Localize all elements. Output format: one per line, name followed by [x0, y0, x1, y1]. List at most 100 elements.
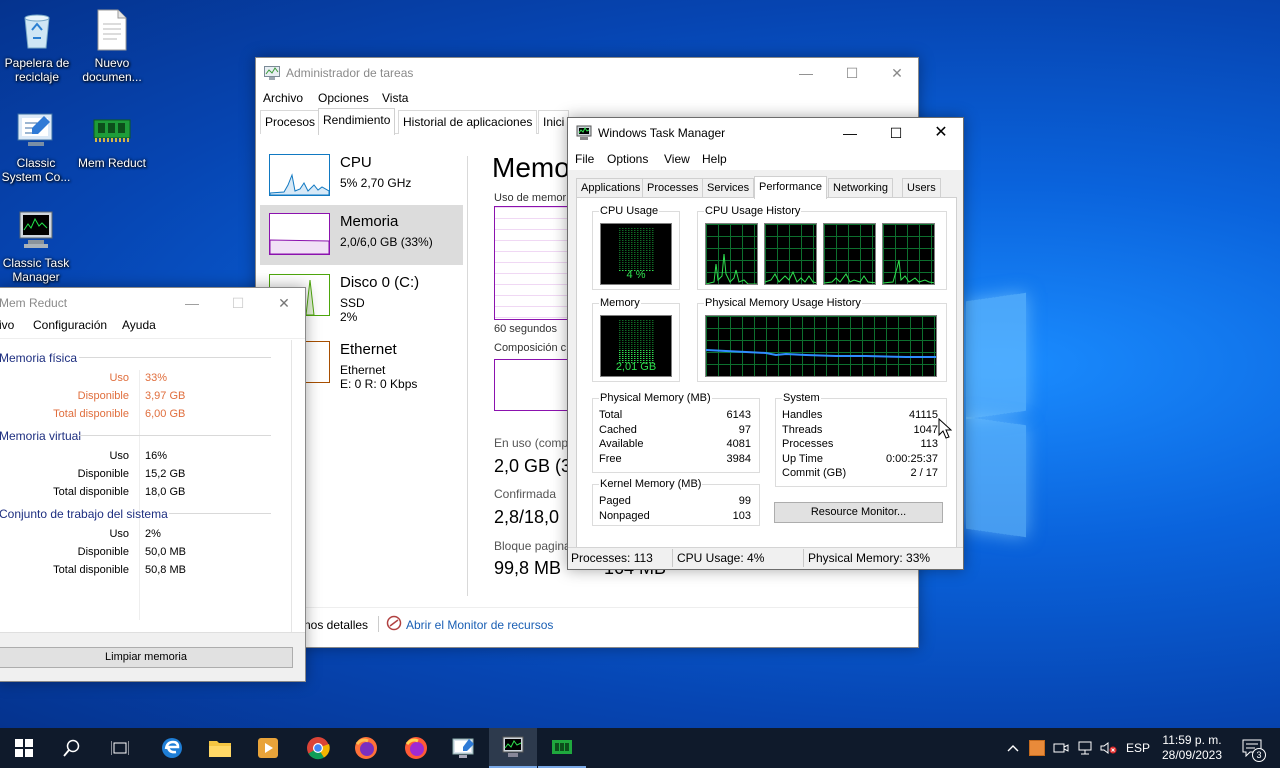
meter-segment: [619, 326, 655, 327]
tray-overflow-button[interactable]: [1002, 728, 1024, 768]
tray-mem-reduct[interactable]: [1026, 728, 1048, 768]
group-label: System: [782, 392, 821, 404]
menu-vista[interactable]: Vista: [382, 91, 408, 105]
tab-procesos[interactable]: Procesos: [260, 110, 321, 134]
desktop-icon-recycle-bin[interactable]: Papelera de reciclaje: [0, 8, 75, 84]
start-icon: [15, 739, 33, 757]
firefox-dev-icon: [405, 737, 427, 759]
minimize-button[interactable]: —: [169, 288, 215, 318]
menu-ayuda[interactable]: Ayuda: [122, 318, 156, 332]
row-value: 16%: [145, 450, 168, 462]
fewer-details-link[interactable]: nos detalles: [304, 618, 368, 632]
menu-archivo[interactable]: Archivo: [263, 91, 303, 105]
tray-meet-now[interactable]: [1050, 728, 1072, 768]
tray-notifications[interactable]: 3: [1232, 728, 1272, 768]
maximize-button[interactable]: ☐: [829, 58, 875, 88]
tray-network[interactable]: [1074, 728, 1096, 768]
close-button[interactable]: ✕: [918, 118, 963, 148]
task-manager-app-icon: [576, 125, 592, 141]
tab-historial[interactable]: Historial de aplicaciones: [398, 110, 538, 134]
row-threads: Threads 1047: [782, 424, 938, 438]
taskbar-firefox-dev[interactable]: [392, 728, 440, 768]
row-key: Total disponible: [53, 486, 129, 498]
row-free: Free 3984: [599, 453, 751, 467]
close-button[interactable]: ✕: [261, 288, 305, 318]
perf-item-cpu[interactable]: CPU 5% 2,70 GHz: [260, 146, 463, 206]
desktop-icon-mem-reduct[interactable]: Mem Reduct: [74, 108, 150, 170]
menu-file[interactable]: File: [575, 152, 594, 166]
tray-volume[interactable]: [1098, 728, 1120, 768]
taskbar-edge[interactable]: [148, 728, 196, 768]
menu-opciones[interactable]: Opciones: [318, 91, 369, 105]
system-config-icon: [452, 738, 474, 758]
clock-time: 11:59 p. m.: [1162, 733, 1222, 747]
menu-options[interactable]: Options: [607, 152, 648, 166]
perf-item-title: Memoria: [340, 213, 399, 230]
en-uso-label: En uso (comp: [494, 436, 569, 450]
tray-clock[interactable]: 11:59 p. m. 28/09/2023: [1156, 728, 1228, 768]
menu-view[interactable]: View: [664, 152, 690, 166]
title-bar[interactable]: Windows Task Manager — ☐ ✕: [568, 118, 963, 148]
maximize-button[interactable]: ☐: [215, 288, 261, 318]
group-label: Kernel Memory (MB): [599, 478, 703, 490]
menu-help[interactable]: Help: [702, 152, 727, 166]
desktop-icon-system-config[interactable]: Classic System Co...: [0, 108, 74, 184]
desktop-icon-classic-task-manager[interactable]: Classic Task Manager: [0, 208, 74, 284]
search-button[interactable]: [48, 728, 96, 768]
memory-thumbnail-graph: [269, 213, 330, 255]
row-uso: Uso 33%: [0, 370, 289, 388]
open-resource-monitor-link[interactable]: Abrir el Monitor de recursos: [406, 618, 553, 632]
limpiar-memoria-button[interactable]: Limpiar memoria: [0, 647, 293, 668]
volume-muted-icon: [1100, 742, 1117, 754]
meter-segment: [619, 352, 655, 353]
tab-networking[interactable]: Networking: [828, 178, 894, 198]
title-bar[interactable]: Administrador de tareas — ☐ ✕: [256, 58, 918, 88]
row-value: 15,2 GB: [145, 468, 186, 480]
menu-configuracion[interactable]: Configuración: [33, 318, 107, 332]
taskbar-classic-task-manager[interactable]: [489, 728, 537, 768]
resource-monitor-button[interactable]: Resource Monitor...: [774, 502, 943, 523]
row-value: 97: [738, 424, 751, 436]
tab-performance[interactable]: Performance: [754, 176, 827, 199]
minimize-button[interactable]: —: [827, 118, 873, 148]
tab-rendimiento[interactable]: Rendimiento: [318, 108, 396, 135]
row-key: Uso: [109, 450, 129, 462]
windows-task-manager-window: Windows Task Manager — ☐ ✕ File Options …: [567, 117, 964, 570]
group-label: CPU Usage History: [704, 205, 802, 217]
perf-item-title: Disco 0 (C:): [340, 274, 420, 291]
taskbar-media-player[interactable]: [244, 728, 292, 768]
minimize-button[interactable]: —: [783, 58, 829, 88]
row-total: Total 6143: [599, 409, 751, 423]
memory-usage-graph: [494, 206, 574, 320]
meter-segment: [619, 254, 655, 255]
task-view-button[interactable]: [96, 728, 144, 768]
row-key: Threads: [782, 424, 823, 436]
tray-language[interactable]: ESP: [1122, 728, 1154, 768]
taskbar-mem-reduct[interactable]: [538, 728, 586, 768]
tab-users[interactable]: Users: [902, 178, 941, 198]
desktop-icon-document[interactable]: Nuevo documen...: [74, 8, 150, 84]
group-label: Physical Memory Usage History: [704, 297, 862, 309]
tab-inicio[interactable]: Inici: [538, 110, 570, 134]
tab-services[interactable]: Services: [702, 178, 755, 198]
perf-item-detail: 5% 2,70 GHz: [340, 176, 412, 190]
taskbar-system-config[interactable]: [440, 728, 488, 768]
row-disponible: Disponible 15,2 GB: [0, 466, 289, 484]
maximize-button[interactable]: ☐: [873, 118, 919, 148]
memory-history-graph: [705, 315, 937, 377]
perf-item-memoria[interactable]: Memoria 2,0/6,0 GB (33%): [260, 205, 463, 265]
tab-applications[interactable]: Applications: [576, 178, 646, 198]
close-button[interactable]: ✕: [874, 58, 918, 88]
menu-divider: [0, 338, 305, 339]
row-value: 6143: [726, 409, 751, 421]
taskbar-firefox[interactable]: [342, 728, 390, 768]
taskbar-file-explorer[interactable]: [196, 728, 244, 768]
menu-archivo[interactable]: ivo: [0, 318, 14, 332]
chrome-icon: [307, 737, 330, 760]
row-value: 18,0 GB: [145, 486, 186, 498]
meter-segment: [619, 350, 655, 351]
tab-processes[interactable]: Processes: [642, 178, 704, 198]
start-button[interactable]: [0, 728, 48, 768]
taskbar-chrome[interactable]: [294, 728, 342, 768]
title-bar[interactable]: Mem Reduct — ☐ ✕: [0, 288, 305, 318]
